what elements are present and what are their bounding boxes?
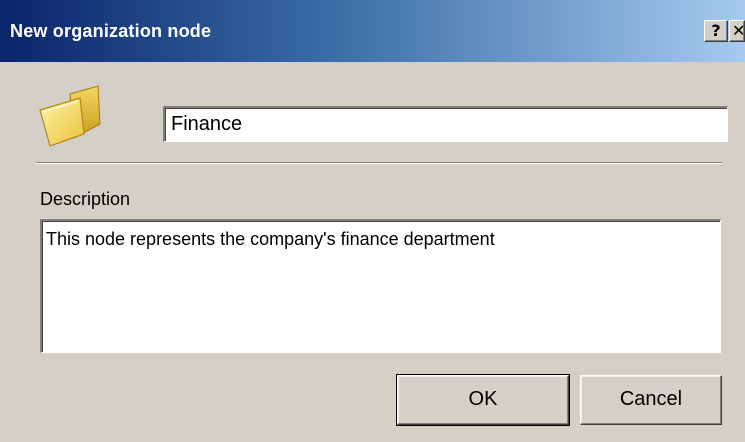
folder-icon (39, 85, 101, 147)
cancel-button[interactable]: Cancel (580, 375, 722, 425)
title-bar[interactable]: New organization node ? ✕ (0, 0, 745, 62)
close-button[interactable]: ✕ (729, 20, 745, 42)
description-textarea[interactable]: This node represents the company's finan… (40, 219, 721, 353)
window-title: New organization node (10, 21, 212, 41)
separator (36, 162, 722, 164)
node-name-input[interactable] (163, 106, 728, 142)
dialog-window: New organization node ? ✕ Description Th… (0, 0, 745, 442)
ok-button[interactable]: OK (396, 374, 570, 426)
help-button[interactable]: ? (704, 20, 728, 42)
description-label: Description (40, 189, 131, 209)
